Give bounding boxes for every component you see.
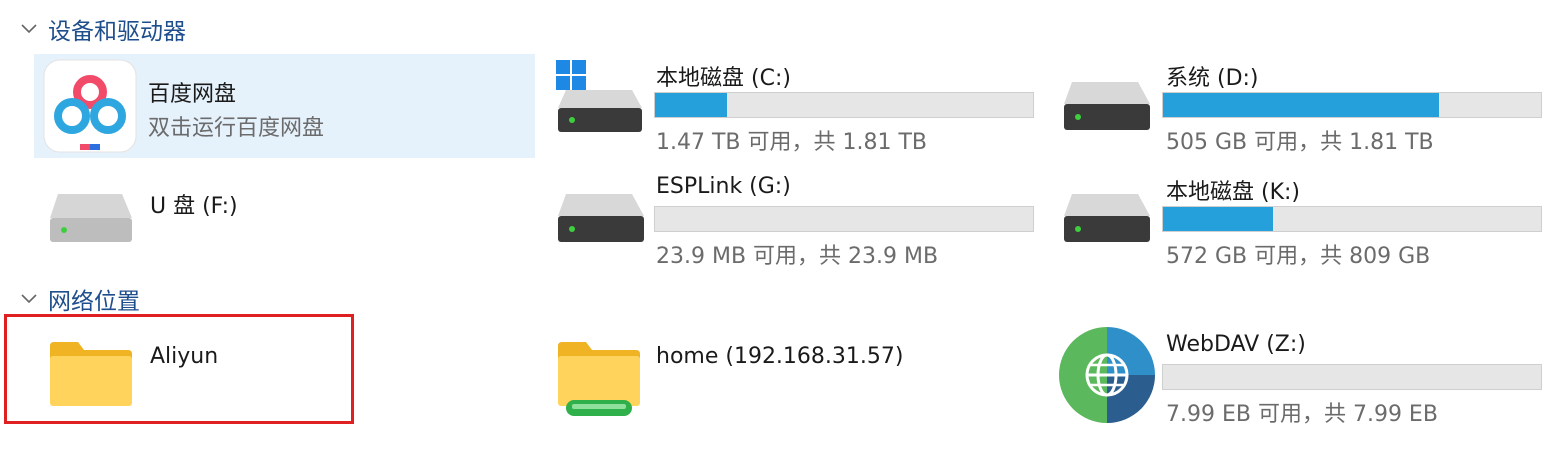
item-name: 系统 (D:) [1166,66,1259,91]
section-title-devices: 设备和驱动器 [48,19,186,45]
item-name: 百度网盘 [148,82,237,107]
usage-bar-fill [1163,93,1439,117]
hard-drive-icon [1062,80,1152,136]
usage-bar [1162,92,1542,118]
item-name: U 盘 (F:) [150,194,238,219]
section-header-devices[interactable]: 设备和驱动器 [20,14,186,45]
item-name: WebDAV (Z:) [1166,332,1306,357]
red-highlight-box [4,314,354,424]
drive-g[interactable]: ESPLink (G:) 23.9 MB 可用，共 23.9 MB [550,170,1040,274]
hard-drive-icon [1062,192,1152,248]
drive-f[interactable]: U 盘 (F:) [34,170,535,260]
item-subtitle: 505 GB 可用，共 1.81 TB [1166,130,1434,155]
hard-drive-icon [48,192,134,248]
item-subtitle: 1.47 TB 可用，共 1.81 TB [656,130,928,155]
baidu-netdisk-item[interactable]: 百度网盘 双击运行百度网盘 [34,54,535,158]
chevron-down-icon [20,290,38,308]
usage-bar [1162,364,1542,390]
network-folder-icon [556,340,642,428]
usage-bar-fill [1163,207,1273,231]
item-name: 本地磁盘 (K:) [1166,180,1300,205]
item-name: home (192.168.31.57) [656,344,904,369]
item-name: ESPLink (G:) [656,174,791,199]
globe-icon [1058,326,1156,428]
drive-k[interactable]: 本地磁盘 (K:) 572 GB 可用，共 809 GB [1060,170,1550,274]
usage-bar-fill [655,93,727,117]
network-item-webdav[interactable]: WebDAV (Z:) 7.99 EB 可用，共 7.99 EB [1056,316,1550,428]
drive-d[interactable]: 系统 (D:) 505 GB 可用，共 1.81 TB [1060,54,1550,158]
network-item-home[interactable]: home (192.168.31.57) [550,316,1040,422]
hard-drive-icon [556,192,646,248]
baidu-netdisk-icon [42,58,138,158]
chevron-down-icon [20,20,38,38]
item-subtitle: 双击运行百度网盘 [148,116,325,141]
usage-bar [654,206,1034,232]
drive-c[interactable]: 本地磁盘 (C:) 1.47 TB 可用，共 1.81 TB [550,54,1040,158]
usage-bar [654,92,1034,118]
section-header-network[interactable]: 网络位置 [20,284,140,315]
item-name: 本地磁盘 (C:) [656,66,791,91]
item-subtitle: 23.9 MB 可用，共 23.9 MB [656,244,939,269]
item-subtitle: 7.99 EB 可用，共 7.99 EB [1166,402,1438,427]
item-subtitle: 572 GB 可用，共 809 GB [1166,244,1431,269]
windows-drive-icon [554,58,646,138]
section-title-network: 网络位置 [48,289,140,315]
usage-bar [1162,206,1542,232]
